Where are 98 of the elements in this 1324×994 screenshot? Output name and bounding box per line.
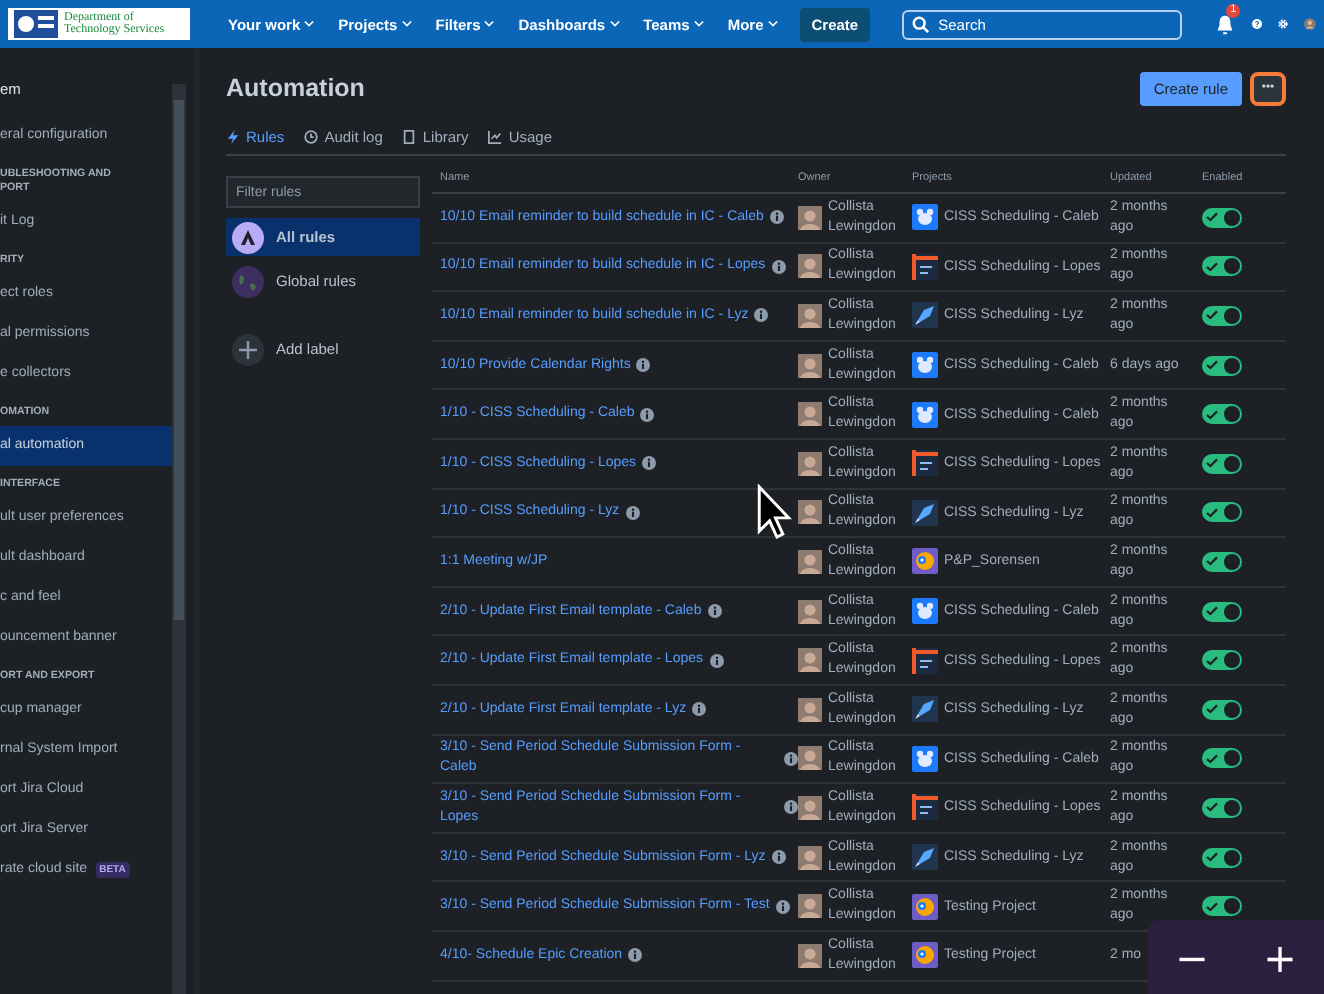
- check-icon: [1206, 507, 1218, 518]
- info-icon[interactable]: [692, 702, 707, 717]
- owner-avatar: [798, 697, 822, 722]
- rocket-icon: [912, 499, 938, 526]
- check-icon: [1206, 802, 1218, 813]
- enabled-toggle[interactable]: [1202, 404, 1242, 425]
- owner-avatar: [798, 943, 822, 968]
- bear-icon: [912, 352, 938, 379]
- enabled-toggle[interactable]: [1202, 699, 1242, 720]
- owner-avatar: [798, 795, 822, 820]
- check-icon: [1206, 458, 1218, 469]
- plus-icon: [232, 333, 264, 365]
- info-icon[interactable]: [628, 948, 643, 963]
- caret-icon: [609, 20, 620, 28]
- check-icon: [1206, 360, 1218, 371]
- check-icon: [1206, 753, 1218, 764]
- zoom-out-button[interactable]: −: [1167, 933, 1217, 981]
- book-icon: [402, 130, 417, 144]
- info-icon[interactable]: [775, 899, 790, 914]
- check-icon: [1206, 704, 1218, 715]
- document-icon: [912, 794, 938, 821]
- chart-icon: [488, 130, 503, 144]
- owner-avatar: [798, 303, 822, 328]
- check-icon: [1206, 310, 1218, 321]
- rocket-icon: [912, 696, 938, 723]
- owner-avatar: [798, 500, 822, 525]
- info-icon[interactable]: [769, 210, 784, 225]
- info-icon[interactable]: [784, 800, 798, 815]
- rocket-icon: [912, 844, 938, 871]
- owner-avatar: [798, 894, 822, 919]
- school-logo-icon: [14, 10, 58, 38]
- caret-icon: [304, 20, 315, 28]
- globe-icon: [232, 265, 264, 297]
- page-title: Automation: [226, 74, 365, 102]
- bear-icon: [912, 401, 938, 428]
- search-icon: [912, 15, 931, 33]
- info-icon[interactable]: [636, 358, 651, 373]
- info-icon[interactable]: [709, 653, 724, 668]
- bird-icon: [912, 942, 938, 969]
- zoom-in-button[interactable]: +: [1255, 933, 1305, 981]
- check-icon: [1206, 901, 1218, 912]
- automation-logo-icon: [232, 221, 264, 253]
- owner-avatar: [798, 746, 822, 771]
- enabled-toggle[interactable]: [1202, 748, 1242, 769]
- check-icon: [1206, 261, 1218, 272]
- caret-icon: [401, 20, 412, 28]
- owner-avatar: [798, 402, 822, 427]
- scrollbar[interactable]: [172, 84, 186, 994]
- info-icon[interactable]: [771, 850, 786, 865]
- enabled-toggle[interactable]: [1202, 650, 1242, 671]
- bear-icon: [912, 598, 938, 625]
- info-icon[interactable]: [642, 456, 657, 471]
- enabled-toggle[interactable]: [1202, 453, 1242, 474]
- owner-avatar: [798, 648, 822, 673]
- check-icon: [1206, 655, 1218, 666]
- info-icon[interactable]: [754, 308, 769, 323]
- info-icon[interactable]: [771, 259, 786, 274]
- notification-icon[interactable]: [1214, 13, 1237, 35]
- owner-avatar: [798, 845, 822, 870]
- caret-icon: [767, 20, 778, 28]
- bird-icon: [912, 548, 938, 575]
- check-icon: [1206, 606, 1218, 617]
- info-icon[interactable]: [707, 604, 722, 619]
- lightning-icon: [226, 130, 240, 144]
- document-icon: [912, 647, 938, 674]
- check-icon: [1206, 852, 1218, 863]
- bear-icon: [912, 204, 938, 231]
- enabled-toggle[interactable]: [1202, 502, 1242, 523]
- mouse-cursor-icon: [756, 484, 792, 540]
- info-icon[interactable]: [625, 505, 640, 520]
- enabled-toggle[interactable]: [1202, 256, 1242, 277]
- enabled-toggle[interactable]: [1202, 207, 1242, 228]
- bird-icon: [912, 893, 938, 920]
- enabled-toggle[interactable]: [1202, 551, 1242, 572]
- check-icon: [1206, 556, 1218, 567]
- check-icon: [1206, 409, 1218, 420]
- caret-icon: [484, 20, 495, 28]
- enabled-toggle[interactable]: [1202, 847, 1242, 868]
- bear-icon: [912, 745, 938, 772]
- enabled-toggle[interactable]: [1202, 305, 1242, 326]
- owner-avatar: [798, 254, 822, 279]
- owner-avatar: [798, 205, 822, 230]
- owner-avatar: [798, 549, 822, 574]
- enabled-toggle[interactable]: [1202, 797, 1242, 818]
- caret-icon: [693, 20, 704, 28]
- rocket-icon: [912, 302, 938, 329]
- owner-avatar: [798, 451, 822, 476]
- owner-avatar: [798, 353, 822, 378]
- document-icon: [912, 253, 938, 280]
- document-icon: [912, 450, 938, 477]
- info-icon[interactable]: [640, 407, 655, 422]
- clock-icon: [304, 130, 319, 144]
- owner-avatar: [798, 599, 822, 624]
- info-icon[interactable]: [784, 751, 798, 766]
- enabled-toggle[interactable]: [1202, 601, 1242, 622]
- check-icon: [1206, 212, 1218, 223]
- enabled-toggle[interactable]: [1202, 896, 1242, 917]
- enabled-toggle[interactable]: [1202, 355, 1242, 376]
